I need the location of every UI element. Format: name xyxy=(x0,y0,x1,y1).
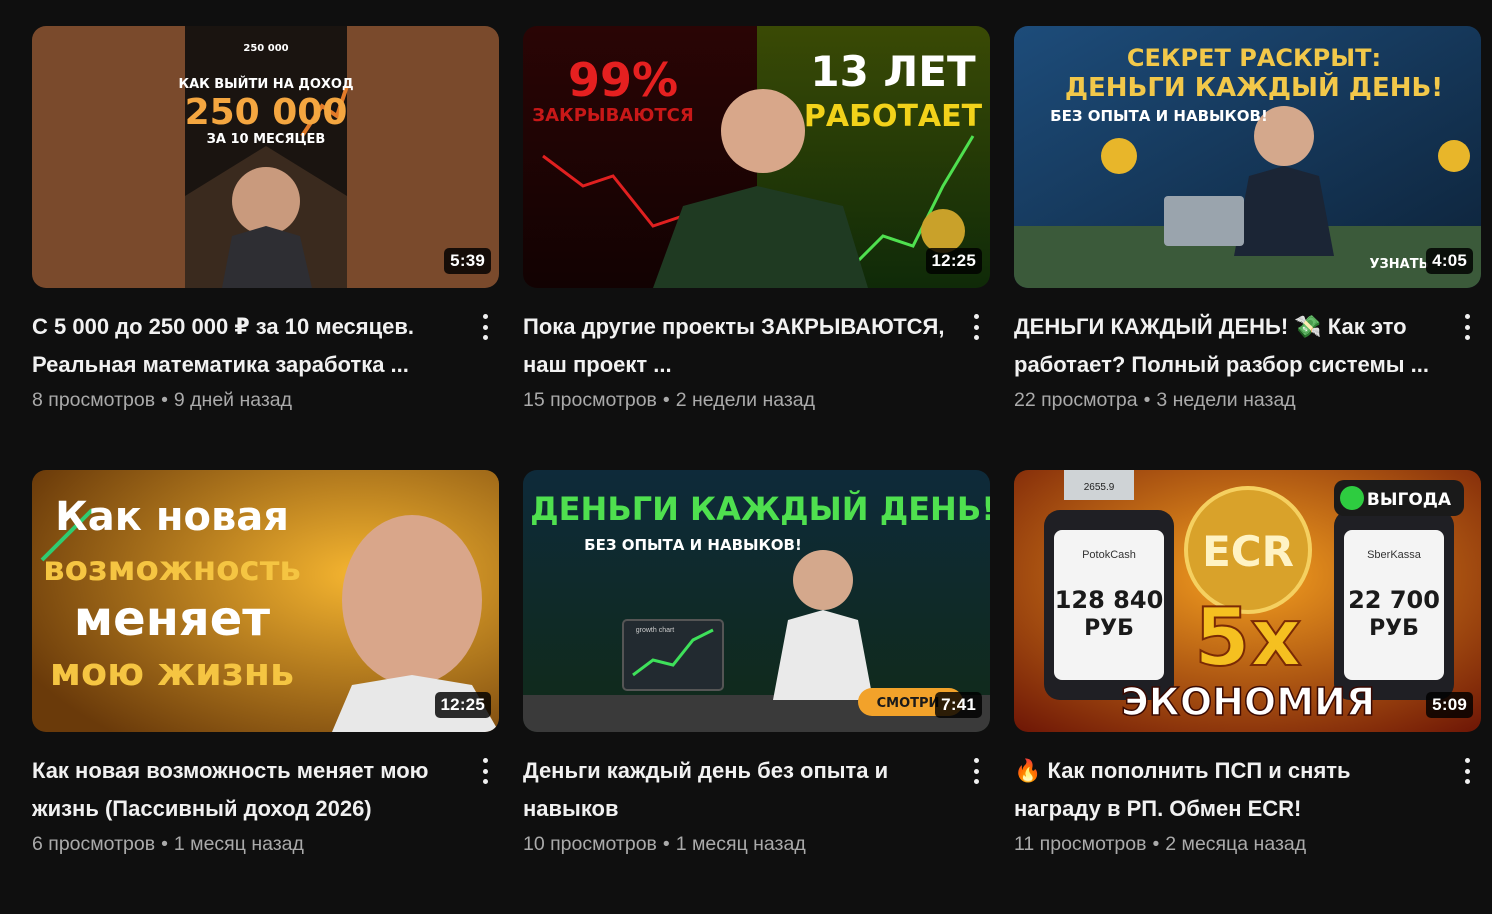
thumb-text: growth chart xyxy=(636,627,675,634)
video-meta: ДЕНЬГИ КАЖДЫЙ ДЕНЬ! 💸 Как это работает? … xyxy=(1014,288,1481,414)
thumb-text: 2655.9 xyxy=(1084,482,1115,493)
video-stats: 15 просмотров • 2 недели назад xyxy=(523,386,946,414)
separator: • xyxy=(161,389,168,411)
thumb-text: SberKassa xyxy=(1367,549,1422,561)
upload-age: 2 месяца назад xyxy=(1165,833,1307,855)
thumb-text: возможность xyxy=(43,549,301,589)
video-thumbnail[interactable]: ДЕНЬГИ КАЖДЫЙ ДЕНЬ! БЕЗ ОПЫТА И НАВЫКОВ!… xyxy=(523,470,990,732)
thumb-text: БЕЗ ОПЫТА И НАВЫКОВ! xyxy=(584,536,802,554)
thumbnail-image: 99% ЗАКРЫВАЮТСЯ 13 ЛЕТ РАБОТАЕТ xyxy=(523,26,990,288)
upload-age: 1 месяц назад xyxy=(173,833,304,855)
duration-badge: 7:41 xyxy=(935,692,982,718)
video-card[interactable]: 250 000 КАК ВЫЙТИ НА ДОХОД 250 000 ЗА 10… xyxy=(32,26,499,470)
video-card[interactable]: Как новая возможность меняет мою жизнь 1… xyxy=(32,470,499,914)
video-meta: Деньги каждый день без опыта и навыков 1… xyxy=(523,732,990,858)
video-card[interactable]: ДЕНЬГИ КАЖДЫЙ ДЕНЬ! БЕЗ ОПЫТА И НАВЫКОВ!… xyxy=(523,470,990,914)
video-thumbnail[interactable]: 99% ЗАКРЫВАЮТСЯ 13 ЛЕТ РАБОТАЕТ 12:25 xyxy=(523,26,990,288)
video-thumbnail[interactable]: ВЫГОДА ECR 128 840 РУБ 22 700 РУБ 5x ЭКО… xyxy=(1014,470,1481,732)
video-title[interactable]: Как новая возможность меняет мою жизнь (… xyxy=(32,752,455,828)
thumb-text: 99% xyxy=(568,53,678,107)
more-options-icon[interactable] xyxy=(1455,756,1479,786)
more-options-icon[interactable] xyxy=(473,756,497,786)
upload-age: 9 дней назад xyxy=(173,389,293,411)
view-count: 6 просмотров xyxy=(32,833,156,855)
separator: • xyxy=(662,833,670,855)
thumb-text: РАБОТАЕТ xyxy=(804,99,983,134)
thumb-text: КАК ВЫЙТИ НА ДОХОД xyxy=(178,76,353,92)
thumb-text: 250 000 xyxy=(185,92,348,133)
separator: • xyxy=(161,833,168,855)
video-meta: Как новая возможность меняет мою жизнь (… xyxy=(32,732,499,858)
thumb-text: РУБ xyxy=(1369,616,1419,641)
video-thumbnail[interactable]: 250 000 КАК ВЫЙТИ НА ДОХОД 250 000 ЗА 10… xyxy=(32,26,499,288)
view-count: 15 просмотров xyxy=(523,389,657,411)
thumb-text: УЗНАТЬ xyxy=(1370,257,1429,272)
thumb-text: 13 ЛЕТ xyxy=(810,47,976,96)
view-count: 10 просмотров xyxy=(523,833,657,855)
more-options-icon[interactable] xyxy=(1455,312,1479,342)
thumb-text: PotokCash xyxy=(1082,549,1136,561)
video-thumbnail[interactable]: Как новая возможность меняет мою жизнь 1… xyxy=(32,470,499,732)
thumbnail-image: ДЕНЬГИ КАЖДЫЙ ДЕНЬ! БЕЗ ОПЫТА И НАВЫКОВ!… xyxy=(523,470,990,732)
thumb-text: 250 000 xyxy=(243,43,288,54)
duration-badge: 12:25 xyxy=(925,248,982,274)
separator: • xyxy=(662,389,670,411)
upload-age: 2 недели назад xyxy=(675,389,816,411)
thumb-text: меняет xyxy=(74,591,270,647)
thumbnail-image: Как новая возможность меняет мою жизнь xyxy=(32,470,499,732)
thumb-text: РУБ xyxy=(1084,616,1134,641)
thumb-text: 5x xyxy=(1194,591,1301,684)
more-options-icon[interactable] xyxy=(964,312,988,342)
video-title[interactable]: Деньги каждый день без опыта и навыков xyxy=(523,752,946,828)
view-count: 11 просмотров xyxy=(1014,833,1147,855)
thumb-text: СМОТРИ xyxy=(877,696,940,711)
thumbnail-image: ВЫГОДА ECR 128 840 РУБ 22 700 РУБ 5x ЭКО… xyxy=(1014,470,1481,732)
duration-badge: 12:25 xyxy=(434,692,491,718)
thumb-text: 128 840 xyxy=(1055,586,1164,614)
thumbnail-image: СЕКРЕТ РАСКРЫТ: ДЕНЬГИ КАЖДЫЙ ДЕНЬ! БЕЗ … xyxy=(1014,26,1481,288)
thumb-text: ЗА 10 МЕСЯЦЕВ xyxy=(207,132,326,147)
video-stats: 11 просмотров • 2 месяца назад xyxy=(1014,830,1437,858)
more-options-icon[interactable] xyxy=(473,312,497,342)
video-meta: С 5 000 до 250 000 ₽ за 10 месяцев. Реал… xyxy=(32,288,499,414)
video-card[interactable]: 99% ЗАКРЫВАЮТСЯ 13 ЛЕТ РАБОТАЕТ 12:25 По… xyxy=(523,26,990,470)
thumb-text: СЕКРЕТ РАСКРЫТ: xyxy=(1127,44,1381,72)
video-title[interactable]: Пока другие проекты ЗАКРЫВАЮТСЯ, наш про… xyxy=(523,308,946,384)
thumb-text: ДЕНЬГИ КАЖДЫЙ ДЕНЬ! xyxy=(1065,71,1443,103)
thumb-text: ECR xyxy=(1202,527,1294,576)
duration-badge: 5:09 xyxy=(1426,692,1473,718)
upload-age: 3 недели назад xyxy=(1156,389,1296,411)
video-card[interactable]: СЕКРЕТ РАСКРЫТ: ДЕНЬГИ КАЖДЫЙ ДЕНЬ! БЕЗ … xyxy=(1014,26,1481,470)
thumb-text: мою жизнь xyxy=(50,650,294,694)
separator: • xyxy=(1143,389,1151,411)
video-meta: Пока другие проекты ЗАКРЫВАЮТСЯ, наш про… xyxy=(523,288,990,414)
video-meta: 🔥 Как пополнить ПСП и снять награду в РП… xyxy=(1014,732,1481,858)
video-card[interactable]: ВЫГОДА ECR 128 840 РУБ 22 700 РУБ 5x ЭКО… xyxy=(1014,470,1481,914)
video-title[interactable]: С 5 000 до 250 000 ₽ за 10 месяцев. Реал… xyxy=(32,308,455,384)
thumb-text: БЕЗ ОПЫТА И НАВЫКОВ! xyxy=(1050,107,1268,125)
thumbnail-image: 250 000 КАК ВЫЙТИ НА ДОХОД 250 000 ЗА 10… xyxy=(32,26,499,288)
video-stats: 8 просмотров • 9 дней назад xyxy=(32,386,455,414)
video-title[interactable]: ДЕНЬГИ КАЖДЫЙ ДЕНЬ! 💸 Как это работает? … xyxy=(1014,308,1437,384)
duration-badge: 4:05 xyxy=(1426,248,1473,274)
video-title[interactable]: 🔥 Как пополнить ПСП и снять награду в РП… xyxy=(1014,752,1437,828)
view-count: 22 просмотра xyxy=(1014,389,1138,411)
thumb-text: 22 700 xyxy=(1348,586,1440,614)
more-options-icon[interactable] xyxy=(964,756,988,786)
separator: • xyxy=(1152,833,1160,855)
video-thumbnail[interactable]: СЕКРЕТ РАСКРЫТ: ДЕНЬГИ КАЖДЫЙ ДЕНЬ! БЕЗ … xyxy=(1014,26,1481,288)
video-stats: 6 просмотров • 1 месяц назад xyxy=(32,830,455,858)
view-count: 8 просмотров xyxy=(32,389,156,411)
thumb-text: Как новая xyxy=(55,494,289,540)
duration-badge: 5:39 xyxy=(444,248,491,274)
video-grid: 250 000 КАК ВЫЙТИ НА ДОХОД 250 000 ЗА 10… xyxy=(32,26,1481,914)
video-stats: 10 просмотров • 1 месяц назад xyxy=(523,830,946,858)
thumb-text: ЭКОНОМИЯ xyxy=(1121,680,1375,724)
upload-age: 1 месяц назад xyxy=(675,833,806,855)
thumb-text: ЗАКРЫВАЮТСЯ xyxy=(532,105,693,126)
thumb-text: ДЕНЬГИ КАЖДЫЙ ДЕНЬ! xyxy=(530,490,990,528)
thumb-text: ВЫГОДА xyxy=(1367,490,1452,510)
video-stats: 22 просмотра • 3 недели назад xyxy=(1014,386,1437,414)
